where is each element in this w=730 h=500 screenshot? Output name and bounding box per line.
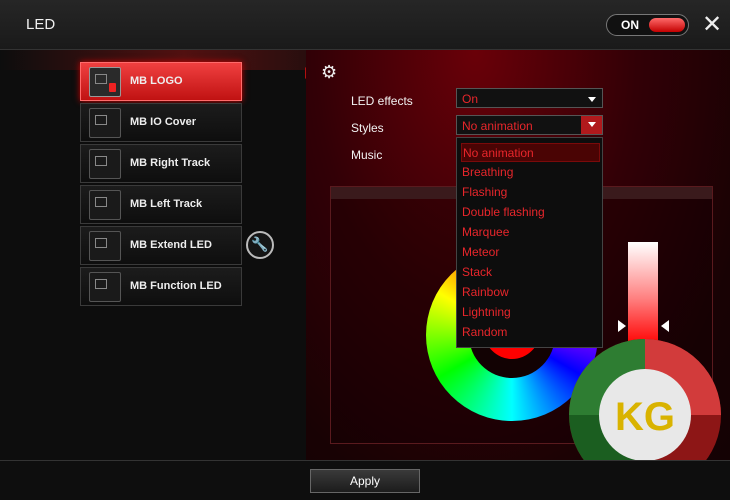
- styles-dropdown-list: No animation Breathing Flashing Double f…: [456, 137, 603, 348]
- device-item-label: MB IO Cover: [130, 116, 197, 128]
- dropdown-option[interactable]: Lightning: [461, 303, 600, 322]
- device-item-label: MB Right Track: [130, 157, 211, 169]
- dropdown-option[interactable]: Random: [461, 323, 600, 342]
- device-item-mb-right-track[interactable]: MB Right Track: [80, 144, 242, 183]
- dropdown-option[interactable]: Rainbow: [461, 283, 600, 302]
- io-cover-icon: [89, 108, 121, 138]
- close-icon[interactable]: ✕: [702, 13, 722, 37]
- slider-handle-right-icon[interactable]: [661, 320, 669, 332]
- device-item-mb-logo[interactable]: MB LOGO: [80, 62, 242, 101]
- led-effects-value: On: [462, 92, 479, 106]
- right-track-icon: [89, 149, 121, 179]
- device-item-label: MB LOGO: [130, 75, 183, 87]
- device-item-label: MB Extend LED: [130, 239, 212, 251]
- title-bar: LED ON ✕: [0, 0, 730, 50]
- device-item-mb-left-track[interactable]: MB Left Track: [80, 185, 242, 224]
- toggle-knob: [649, 18, 685, 32]
- dropdown-option[interactable]: Flashing: [461, 183, 600, 202]
- chevron-down-icon: [588, 122, 596, 127]
- dropdown-option[interactable]: Marquee: [461, 223, 600, 242]
- dropdown-option[interactable]: Meteor: [461, 243, 600, 262]
- chevron-down-icon: [588, 97, 596, 102]
- dropdown-button[interactable]: [581, 116, 602, 134]
- window-title: LED: [26, 16, 56, 33]
- function-led-icon: [89, 272, 121, 302]
- device-item-label: MB Function LED: [130, 280, 222, 292]
- device-item-label: MB Left Track: [130, 198, 203, 210]
- dropdown-option[interactable]: Stack: [461, 263, 600, 282]
- styles-label: Styles: [351, 121, 384, 135]
- watermark-text: KG: [615, 395, 675, 439]
- device-item-mb-io-cover[interactable]: MB IO Cover: [80, 103, 242, 142]
- motherboard-logo-icon: [89, 67, 121, 97]
- device-item-mb-extend-led[interactable]: MB Extend LED: [80, 226, 242, 265]
- music-label: Music: [351, 148, 383, 162]
- dropdown-option[interactable]: Double flashing: [461, 203, 600, 222]
- slider-handle-left-icon[interactable]: [618, 320, 626, 332]
- led-effects-select[interactable]: On: [456, 88, 603, 108]
- styles-value: No animation: [462, 119, 533, 133]
- extend-led-icon: [89, 231, 121, 261]
- gear-icon[interactable]: ⚙: [321, 62, 341, 82]
- left-track-icon: [89, 190, 121, 220]
- power-toggle-label: ON: [621, 18, 639, 32]
- dropdown-option[interactable]: No animation: [461, 143, 600, 162]
- device-item-mb-function-led[interactable]: MB Function LED: [80, 267, 242, 306]
- dropdown-option[interactable]: Breathing: [461, 163, 600, 182]
- led-effects-label: LED effects: [351, 94, 413, 108]
- styles-select[interactable]: No animation: [456, 115, 603, 135]
- wrench-icon[interactable]: 🔧: [246, 231, 274, 259]
- apply-button[interactable]: Apply: [310, 469, 420, 493]
- power-toggle[interactable]: ON: [606, 14, 689, 36]
